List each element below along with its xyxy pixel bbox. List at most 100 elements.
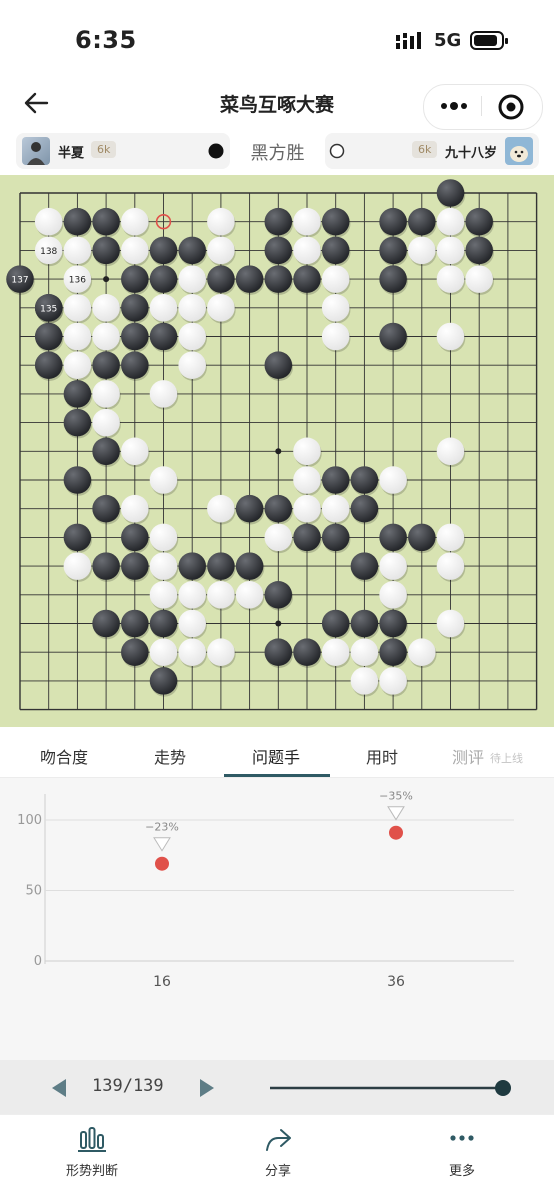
black-stone (178, 236, 206, 265)
tab-evaluation[interactable]: 测评 (452, 744, 484, 768)
tab-time-used[interactable]: 用时 (366, 744, 398, 768)
black-stone (92, 494, 120, 523)
black-stone (321, 609, 350, 638)
black-stone (264, 494, 293, 523)
white-stone (293, 236, 321, 265)
bar-chart-icon (78, 1127, 106, 1152)
white-stone (178, 581, 206, 609)
black-stone (408, 523, 436, 552)
next-move-button[interactable] (198, 1078, 216, 1098)
white-stone (149, 380, 178, 408)
data-point[interactable] (389, 825, 403, 840)
black-stone (379, 523, 407, 552)
black-stone (379, 207, 407, 236)
white-stone (92, 380, 120, 408)
white-stone (293, 437, 321, 466)
black-stone (207, 552, 235, 580)
black-stone (379, 265, 407, 293)
data-point[interactable] (155, 856, 169, 871)
white-stone (207, 494, 235, 523)
black-stone (321, 523, 350, 552)
stones: 137 138 136 135 (6, 179, 494, 697)
black-stone (149, 667, 178, 695)
x-tick-label: 36 (387, 974, 405, 990)
black-stone (63, 523, 92, 552)
black-stone (235, 265, 264, 293)
prev-move-button[interactable] (50, 1078, 68, 1098)
white-stone (436, 322, 465, 351)
white-stone (408, 236, 436, 265)
black-stone-icon (208, 143, 224, 159)
black-stone (92, 351, 120, 379)
move-number-label: 136 (69, 276, 86, 286)
white-stone (207, 638, 235, 666)
black-stone (121, 294, 149, 322)
share-icon (266, 1129, 291, 1151)
move-number-label: 138 (40, 247, 57, 257)
white-stone (235, 581, 264, 609)
star-point (275, 620, 282, 627)
close-target-button[interactable] (496, 92, 526, 122)
black-stone (121, 552, 149, 580)
player-white-rank: 6k (412, 141, 438, 158)
black-stone (235, 494, 264, 523)
data-point-label: −23% (145, 821, 179, 834)
white-stone (321, 322, 350, 351)
y-tick-label: 50 (25, 884, 42, 899)
white-stone (178, 351, 206, 379)
white-stone (63, 351, 92, 379)
move-number-label: 137 (11, 276, 28, 286)
go-board-area: 137 138 136 135 (0, 175, 554, 727)
move-slider[interactable] (262, 1076, 518, 1100)
white-stone (92, 322, 120, 351)
move-number-label: 135 (40, 304, 57, 314)
star-point (275, 448, 282, 455)
black-stone (63, 207, 92, 236)
white-stone (92, 408, 120, 437)
black-stone (379, 638, 407, 666)
black-stone (207, 265, 235, 293)
y-tick-label: 0 (34, 954, 42, 969)
black-stone (264, 638, 293, 666)
white-stone (436, 609, 465, 638)
white-stone (350, 667, 379, 695)
black-stone (465, 236, 493, 265)
tab-fit-rate[interactable]: 吻合度 (40, 744, 88, 768)
black-stone (293, 265, 321, 293)
black-stone (121, 609, 149, 638)
white-stone (436, 265, 465, 293)
black-stone (149, 322, 178, 351)
tab-evaluation-badge: 待上线 (490, 752, 523, 765)
tab-problem-moves[interactable]: 问题手 (252, 744, 300, 768)
tab-trend[interactable]: 走势 (154, 744, 186, 768)
x-tick-label: 16 (153, 974, 171, 990)
white-stone (207, 236, 235, 265)
black-stone (436, 179, 465, 207)
black-stone (321, 207, 350, 236)
white-stone (121, 437, 149, 466)
black-stone (293, 523, 321, 552)
black-stone (350, 466, 379, 494)
white-stone (408, 638, 436, 666)
black-stone (121, 523, 149, 552)
white-stone (34, 207, 63, 236)
go-board[interactable]: 137 138 136 135 (0, 175, 554, 727)
move-counter: 139/139 (92, 1076, 164, 1096)
white-stone (121, 207, 149, 236)
white-stone (63, 236, 92, 265)
black-stone (264, 207, 293, 236)
nav-share-label: 分享 (264, 1164, 291, 1179)
more-dots-button[interactable] (436, 94, 472, 118)
black-stone (92, 552, 120, 580)
status-time: 6:35 (75, 26, 137, 54)
capsule-divider (481, 96, 482, 116)
slider-handle[interactable] (495, 1080, 511, 1096)
black-stone (264, 265, 293, 293)
more-icon (450, 1135, 474, 1141)
white-stone (121, 494, 149, 523)
black-stone (149, 265, 178, 293)
nav-more-label: 更多 (448, 1164, 475, 1179)
white-stone (149, 466, 178, 494)
white-stone (149, 552, 178, 580)
black-stone (149, 236, 178, 265)
